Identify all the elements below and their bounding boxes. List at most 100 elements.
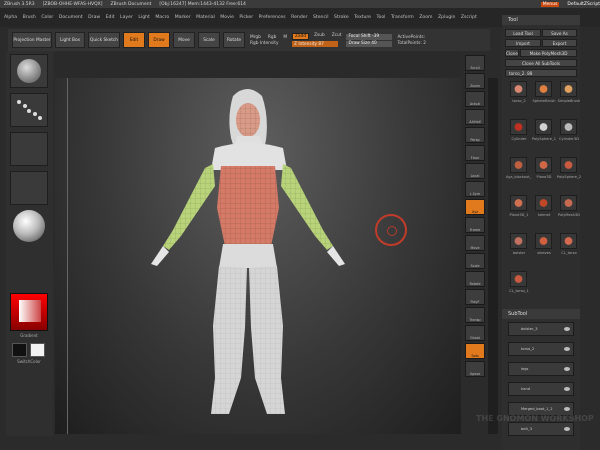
menu-light[interactable]: Light: [138, 15, 149, 20]
rgb-intensity-slider[interactable]: Rgb Intensity: [248, 41, 289, 46]
focal-shift-slider[interactable]: Focal Shift -39: [346, 33, 393, 40]
menu-stencil[interactable]: Stencil: [313, 15, 329, 20]
subtool-item[interactable]: torso_2: [508, 342, 574, 356]
secondary-color-swatch[interactable]: [12, 343, 27, 357]
menu-tool[interactable]: Tool: [377, 15, 386, 20]
shelf-aahalf-button[interactable]: AAHalf: [465, 109, 485, 125]
menu-material[interactable]: Material: [196, 15, 215, 20]
draw-button[interactable]: Draw: [148, 32, 170, 48]
alpha-thumbnail[interactable]: [10, 132, 48, 166]
draw-size-slider[interactable]: Draw Size 40: [346, 40, 393, 47]
move-button[interactable]: Move: [173, 32, 195, 48]
edit-button[interactable]: Edit: [123, 32, 145, 48]
menu-zoom[interactable]: Zoom: [419, 15, 432, 20]
switch-color-label[interactable]: SwitchColor: [10, 359, 48, 364]
shelf-persp-button[interactable]: Persp: [465, 127, 485, 143]
vertical-scrollbar[interactable]: [488, 78, 498, 434]
shelf-scroll-button[interactable]: Scroll: [465, 55, 485, 71]
menus-button[interactable]: Menus: [540, 1, 560, 7]
tool-thumb[interactable]: [535, 233, 552, 249]
visibility-eye-icon[interactable]: [564, 387, 570, 391]
projection-master-button[interactable]: Projection Master: [12, 32, 52, 48]
shelf-xyz-button[interactable]: Xyz: [465, 199, 485, 215]
menu-color[interactable]: Color: [41, 15, 53, 20]
shelf-xpose-button[interactable]: Xpose: [465, 361, 485, 377]
menu-zplugin[interactable]: Zplugin: [438, 15, 455, 20]
menu-document[interactable]: Document: [59, 15, 83, 20]
menu-alpha[interactable]: Alpha: [4, 15, 17, 20]
tool-thumb[interactable]: [535, 195, 552, 211]
menu-macro[interactable]: Macro: [155, 15, 169, 20]
tool-thumb[interactable]: [560, 233, 577, 249]
menu-texture[interactable]: Texture: [354, 15, 371, 20]
material-thumbnail[interactable]: [10, 210, 48, 244]
menu-preferences[interactable]: Preferences: [259, 15, 286, 20]
shelf-polyf-button[interactable]: PolyF: [465, 289, 485, 305]
subtool-title[interactable]: SubTool: [502, 309, 580, 319]
menu-transform[interactable]: Transform: [391, 15, 414, 20]
tool-thumb[interactable]: [560, 157, 577, 173]
menu-zscript[interactable]: Zscript: [461, 15, 477, 20]
tool-thumb[interactable]: [535, 119, 552, 135]
menu-draw[interactable]: Draw: [88, 15, 100, 20]
save-as-button[interactable]: Save As: [542, 29, 577, 37]
default-zscript-button[interactable]: DefaultZScript: [567, 2, 600, 7]
menu-movie[interactable]: Movie: [220, 15, 234, 20]
tool-thumb[interactable]: [510, 81, 527, 97]
visibility-eye-icon[interactable]: [564, 347, 570, 351]
clone-button[interactable]: Clone: [505, 49, 519, 57]
menu-layer[interactable]: Layer: [120, 15, 133, 20]
visibility-eye-icon[interactable]: [564, 367, 570, 371]
menu-marker[interactable]: Marker: [175, 15, 191, 20]
load-tool-button[interactable]: Load Tool: [505, 29, 541, 37]
tool-thumb[interactable]: [510, 233, 527, 249]
shelf-rotate-button[interactable]: Rotate: [465, 271, 485, 287]
canvas-viewport[interactable]: [55, 78, 461, 434]
scale-button[interactable]: Scale: [198, 32, 220, 48]
subtool-item[interactable]: legs: [508, 362, 574, 376]
shelf-local-button[interactable]: Local: [465, 163, 485, 179]
menu-stroke[interactable]: Stroke: [334, 15, 349, 20]
tool-thumb[interactable]: [510, 271, 527, 287]
visibility-eye-icon[interactable]: [564, 407, 570, 411]
color-picker-square[interactable]: [19, 300, 41, 322]
main-color-swatch[interactable]: [30, 343, 45, 357]
subtool-item[interactable]: hand: [508, 382, 574, 396]
m-button[interactable]: M: [281, 35, 289, 40]
tool-thumb[interactable]: [560, 81, 577, 97]
tool-thumb[interactable]: [560, 119, 577, 135]
tool-thumb[interactable]: [510, 119, 527, 135]
visibility-eye-icon[interactable]: [564, 327, 570, 331]
shelf-scale-button[interactable]: Scale: [465, 253, 485, 269]
zsub-button[interactable]: Zsub: [312, 33, 327, 40]
shelf-lsym-button[interactable]: L.Sym: [465, 181, 485, 197]
shelf-actual-button[interactable]: Actual: [465, 91, 485, 107]
quick-sketch-button[interactable]: Quick Sketch: [88, 32, 120, 48]
visibility-eye-icon[interactable]: [564, 427, 570, 431]
tool-thumb[interactable]: [510, 195, 527, 211]
shelf-zoom-button[interactable]: Zoom: [465, 73, 485, 89]
export-button[interactable]: Export: [542, 39, 577, 47]
shelf-solo-button[interactable]: Solo: [465, 343, 485, 359]
shelf-move-button[interactable]: Move: [465, 235, 485, 251]
menu-edit[interactable]: Edit: [106, 15, 115, 20]
mrgb-button[interactable]: Mrgb: [248, 35, 263, 40]
zadd-button[interactable]: Zadd: [292, 33, 310, 40]
tool-thumb[interactable]: [535, 81, 552, 97]
clone-all-subtools-button[interactable]: Clone All SubTools: [505, 59, 577, 67]
menu-brush[interactable]: Brush: [23, 15, 36, 20]
tool-panel-title[interactable]: Tool: [502, 15, 580, 25]
lightbox-button[interactable]: Light Box: [55, 32, 85, 48]
texture-thumbnail[interactable]: [10, 171, 48, 205]
tool-thumb[interactable]: [535, 157, 552, 173]
stroke-thumbnail[interactable]: [10, 93, 48, 127]
zcut-button[interactable]: Zcut: [330, 33, 344, 40]
rgb-button[interactable]: Rgb: [266, 35, 278, 40]
menu-render[interactable]: Render: [291, 15, 307, 20]
shelf-floor-button[interactable]: Floor: [465, 145, 485, 161]
current-tool-slider[interactable]: torso_2. 88: [505, 69, 577, 77]
subtool-item[interactable]: belt_3: [508, 422, 574, 436]
shelf-ghost-button[interactable]: Ghost: [465, 325, 485, 341]
color-picker[interactable]: [10, 293, 48, 331]
rotate-button[interactable]: Rotate: [223, 32, 245, 48]
